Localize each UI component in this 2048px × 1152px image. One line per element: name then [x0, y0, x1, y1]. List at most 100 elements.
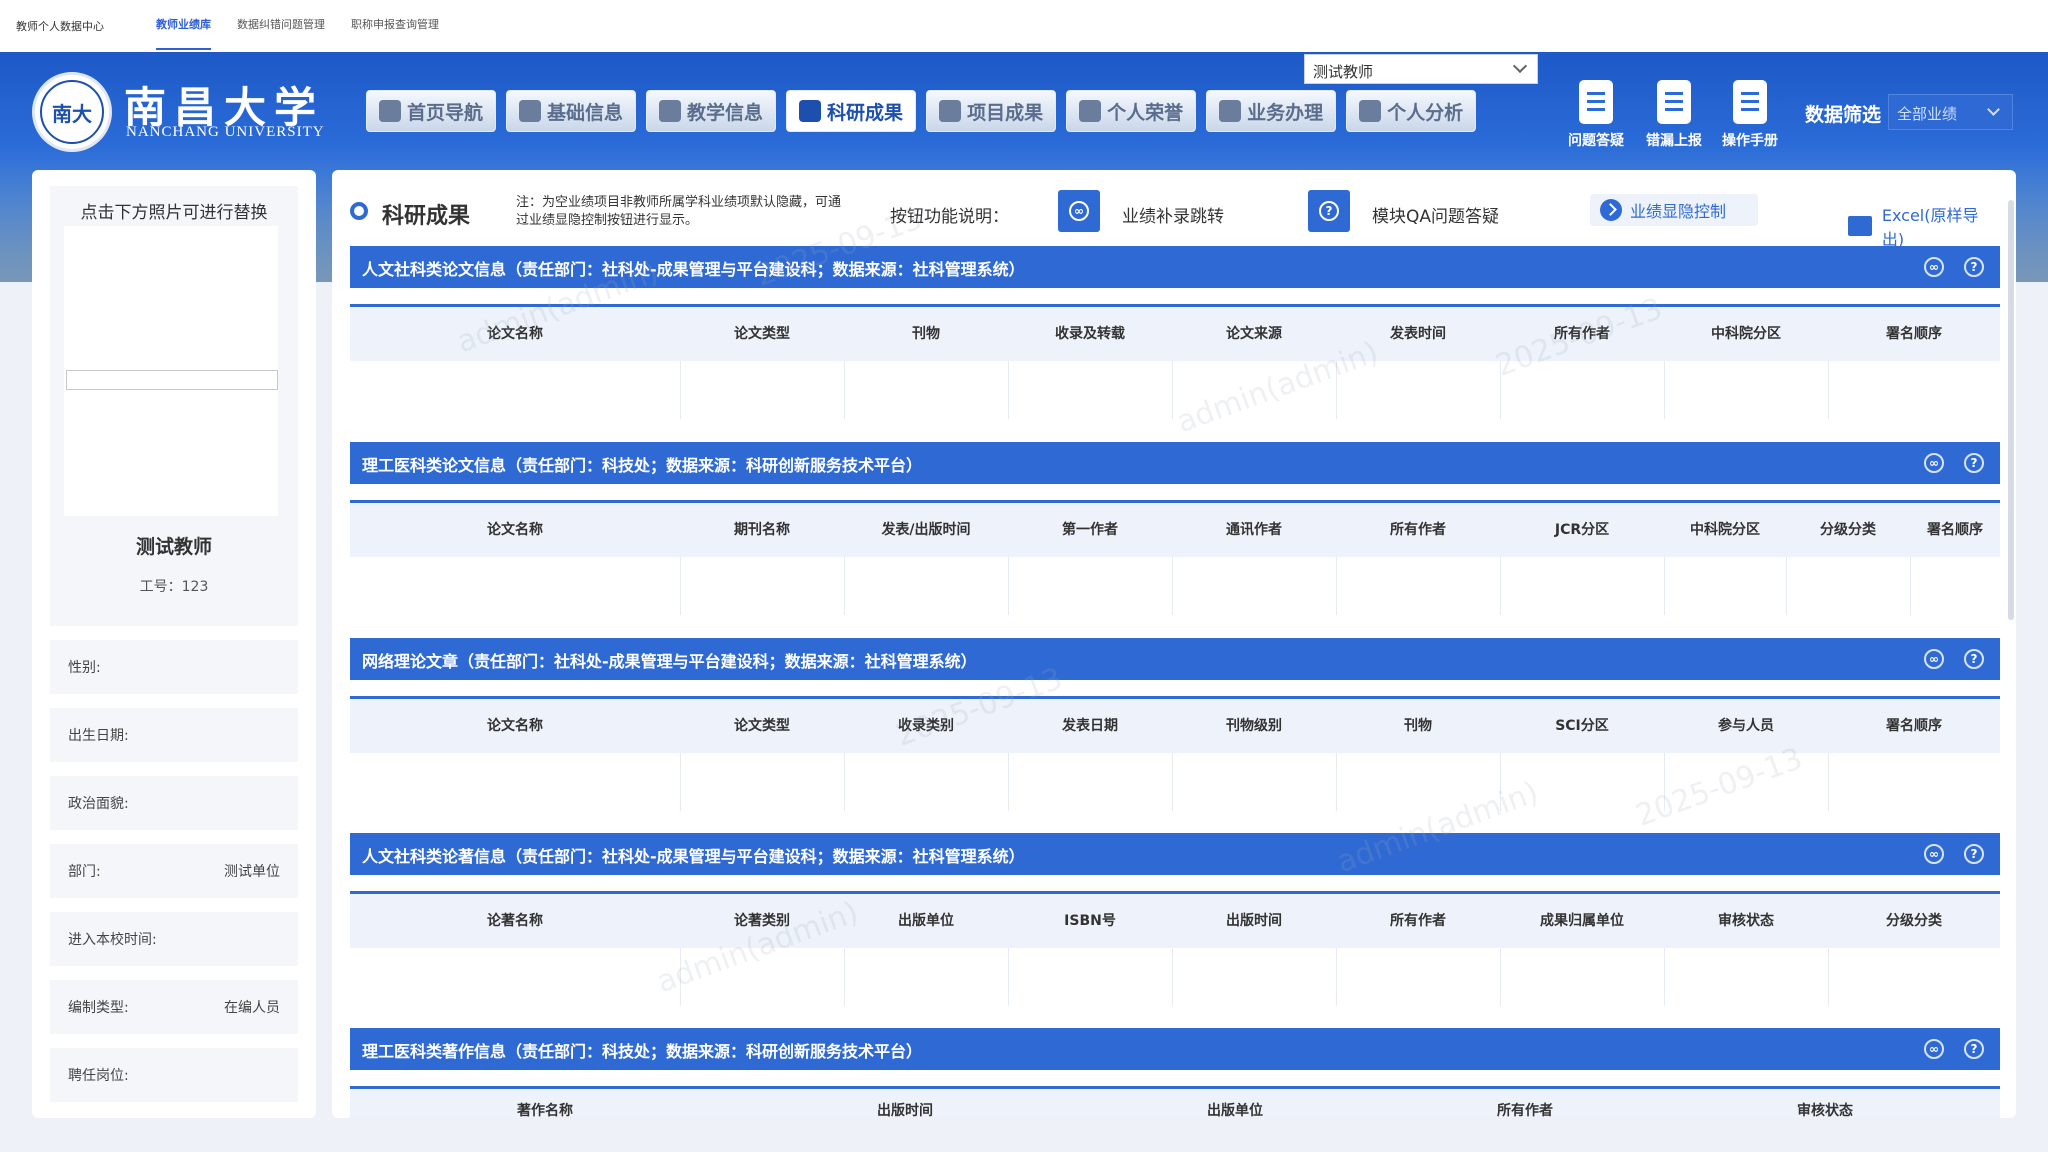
table-body — [350, 557, 2000, 615]
tab-performance-library[interactable]: 教师业绩库 — [156, 0, 211, 52]
link-icon[interactable]: ∞ — [1924, 453, 1944, 473]
analysis-icon — [1359, 100, 1382, 122]
top-tab-bar: 教师个人数据中心 教师业绩库 数据纠错问题管理 职称申报查询管理 — [0, 0, 2048, 52]
field-birthdate: 出生日期: — [50, 708, 298, 762]
col-header: 所有作者 — [1390, 522, 1446, 538]
logo-text: 南大 — [40, 80, 104, 144]
link-icon[interactable]: ∞ — [1924, 1039, 1944, 1059]
qa-icon — [1579, 80, 1613, 124]
nav-business-label: 业务办理 — [1247, 101, 1324, 124]
section-bar-science-books: 理工医科类著作信息（责任部门：科技处；数据来源：科研创新服务技术平台） ∞ ? — [350, 1028, 2000, 1070]
nav-business[interactable]: 业务办理 — [1206, 90, 1337, 132]
question-icon[interactable]: ? — [1964, 257, 1984, 277]
excel-export-button[interactable]: Excel(原样导出) — [1848, 202, 2000, 250]
university-logo: 南大 — [32, 72, 112, 152]
section-bar-humanities-papers: 人文社科类论文信息（责任部门：社科处-成果管理与平台建设科；数据来源：社科管理系… — [350, 246, 2000, 288]
nav-basic-info[interactable]: 基础信息 — [506, 90, 637, 132]
flask-icon — [799, 100, 822, 122]
nav-teaching[interactable]: 教学信息 — [646, 90, 777, 132]
nav-projects[interactable]: 项目成果 — [926, 90, 1057, 132]
section-header: 科研成果 注：为空业绩项目非教师所属学科业绩项默认隐藏，可通过业绩显隐控制按钮进… — [350, 190, 2000, 249]
col-header: 成果归属单位 — [1540, 913, 1624, 929]
col-header: 论著名称 — [487, 913, 543, 929]
col-header: JCR分区 — [1554, 522, 1610, 538]
col-header: ISBN号 — [1064, 913, 1116, 929]
nav-basic-info-label: 基础信息 — [547, 101, 624, 124]
visibility-toggle[interactable]: 业绩显隐控制 — [1590, 194, 1758, 226]
col-header: 所有作者 — [1497, 1103, 1553, 1118]
research-panel: 科研成果 注：为空业绩项目非教师所属学科业绩项默认隐藏，可通过业绩显隐控制按钮进… — [332, 170, 2016, 1118]
supplement-label: 业绩补录跳转 — [1122, 207, 1224, 227]
nav-teaching-label: 教学信息 — [687, 101, 764, 124]
field-label: 出生日期: — [68, 728, 129, 744]
col-header: 所有作者 — [1390, 913, 1446, 929]
supplement-button[interactable]: ∞ — [1058, 190, 1100, 232]
question-icon[interactable]: ? — [1964, 453, 1984, 473]
col-header: 论著类别 — [734, 913, 790, 929]
question-icon[interactable]: ? — [1964, 1039, 1984, 1059]
question-icon[interactable]: ? — [1964, 844, 1984, 864]
university-name-en: NANCHANG UNIVERSITY — [126, 124, 325, 140]
field-value: 测试单位 — [224, 864, 280, 880]
home-icon — [379, 100, 401, 122]
col-header: 刊物 — [1404, 718, 1432, 734]
field-value: 在编人员 — [224, 1000, 280, 1016]
nav-honors[interactable]: 个人荣誉 — [1066, 90, 1197, 132]
nav-analysis[interactable]: 个人分析 — [1346, 90, 1477, 132]
nav-research-label: 科研成果 — [827, 101, 904, 124]
table-body — [350, 948, 2000, 1006]
profile-panel: 点击下方照片可进行替换 测试教师 工号：123 性别: 出生日期: 政治面貌: … — [32, 170, 316, 1118]
field-label: 性别: — [68, 660, 101, 676]
link-icon[interactable]: ∞ — [1924, 257, 1944, 277]
tab-title-application[interactable]: 职称申报查询管理 — [351, 0, 439, 52]
section-title: 人文社科类论文信息（责任部门：社科处-成果管理与平台建设科；数据来源：社科管理系… — [362, 260, 1025, 279]
col-header: 论文来源 — [1226, 326, 1282, 342]
table-header: 著作名称 出版时间 出版单位 所有作者 审核状态 — [350, 1089, 2000, 1118]
hidden-note: 注：为空业绩项目非教师所属学科业绩项默认隐藏，可通过业绩显隐控制按钮进行显示。 — [516, 195, 842, 228]
field-staff-type: 编制类型: 在编人员 — [50, 980, 298, 1034]
question-icon: ? — [1319, 201, 1339, 221]
section-title: 理工医科类论文信息（责任部门：科技处；数据来源：科研创新服务技术平台） — [362, 456, 923, 475]
table-body — [350, 753, 2000, 811]
data-filter-select[interactable]: 全部业绩 — [1888, 94, 2013, 130]
excel-export-label: Excel(原样导出) — [1881, 206, 1979, 249]
tool-qa-label: 问题答疑 — [1568, 133, 1624, 149]
col-header: 所有作者 — [1554, 326, 1610, 342]
col-header: 审核状态 — [1797, 1103, 1853, 1118]
tool-manual[interactable]: 操作手册 — [1720, 80, 1780, 150]
table-header: 论著名称 论著类别 出版单位 ISBN号 出版时间 所有作者 成果归属单位 审核… — [350, 894, 2000, 948]
chevron-down-icon — [1987, 103, 2000, 116]
col-header: 论文名称 — [487, 718, 543, 734]
col-header: 著作名称 — [517, 1103, 573, 1118]
col-header: 署名顺序 — [1886, 718, 1942, 734]
teacher-select[interactable]: 测试教师 — [1304, 54, 1538, 84]
col-header: 收录类别 — [898, 718, 954, 734]
scrollbar[interactable] — [2008, 200, 2014, 620]
col-header: 通讯作者 — [1226, 522, 1282, 538]
nav-analysis-label: 个人分析 — [1387, 101, 1464, 124]
col-header: 第一作者 — [1062, 522, 1118, 538]
col-header: 署名顺序 — [1927, 522, 1983, 538]
link-icon[interactable]: ∞ — [1924, 844, 1944, 864]
field-political: 政治面貌: — [50, 776, 298, 830]
col-header: 分级分类 — [1820, 522, 1876, 538]
nav-research[interactable]: 科研成果 — [786, 90, 917, 132]
tool-report-error[interactable]: 错漏上报 — [1644, 80, 1704, 150]
tab-data-correction[interactable]: 数据纠错问题管理 — [237, 0, 325, 52]
col-header: 论文类型 — [734, 718, 790, 734]
col-header: 发表时间 — [1390, 326, 1446, 342]
teacher-select-value: 测试教师 — [1313, 63, 1374, 81]
col-header: 论文名称 — [487, 522, 543, 538]
document-icon — [939, 100, 962, 122]
data-filter-value: 全部业绩 — [1897, 105, 1958, 123]
col-header: 发表日期 — [1062, 718, 1118, 734]
button-help-label: 按钮功能说明： — [890, 207, 1009, 227]
nav-home[interactable]: 首页导航 — [366, 90, 497, 132]
link-icon[interactable]: ∞ — [1924, 649, 1944, 669]
qa-button[interactable]: ? — [1308, 190, 1350, 232]
col-header: 出版时间 — [877, 1103, 933, 1118]
tool-qa[interactable]: 问题答疑 — [1566, 80, 1626, 150]
broken-image-icon — [66, 370, 278, 390]
field-label: 聘任岗位: — [68, 1068, 129, 1084]
question-icon[interactable]: ? — [1964, 649, 1984, 669]
